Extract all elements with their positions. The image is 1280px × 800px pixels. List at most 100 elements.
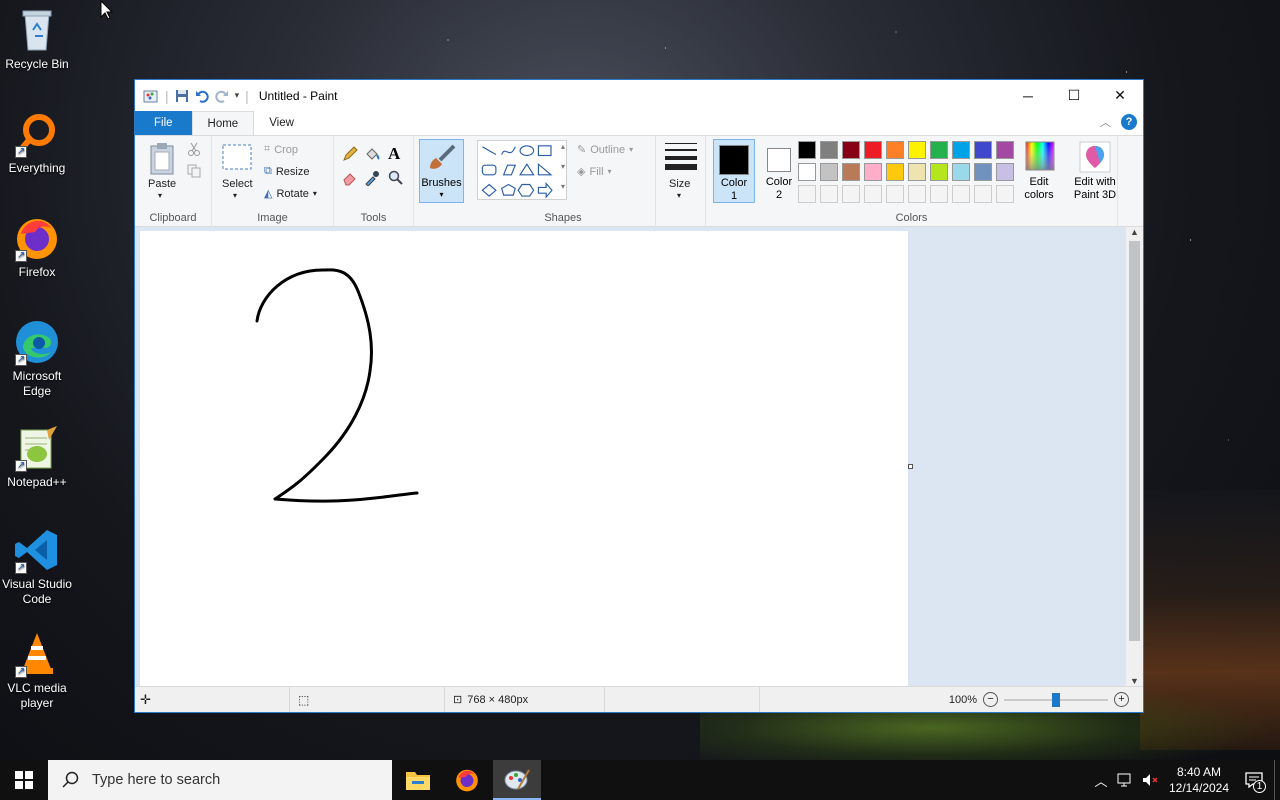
desktop-icon-notepadpp[interactable]: Notepad++ xyxy=(0,424,74,490)
tab-home[interactable]: Home xyxy=(191,111,255,135)
taskbar-file-explorer[interactable] xyxy=(394,760,442,800)
palette-swatch[interactable] xyxy=(864,141,882,159)
palette-swatch[interactable] xyxy=(930,141,948,159)
custom-color-slot[interactable] xyxy=(908,185,926,203)
volume-muted-icon[interactable] xyxy=(1141,772,1161,788)
custom-color-slot[interactable] xyxy=(930,185,948,203)
network-icon[interactable] xyxy=(1115,772,1135,788)
palette-swatch[interactable] xyxy=(798,163,816,181)
palette-swatch[interactable] xyxy=(886,141,904,159)
desktop-icon-firefox[interactable]: Firefox xyxy=(0,214,74,280)
title-bar[interactable]: | ▾ | Untitled - Paint ─ ☐ ✕ xyxy=(135,80,1143,111)
zoom-slider-thumb[interactable] xyxy=(1052,692,1060,707)
palette-swatch[interactable] xyxy=(842,163,860,181)
palette-swatch[interactable] xyxy=(974,141,992,159)
shapes-scroll-down-icon[interactable]: ▾ xyxy=(561,162,565,171)
maximize-button[interactable]: ☐ xyxy=(1051,80,1097,111)
taskbar-paint[interactable] xyxy=(493,760,541,800)
edit-with-paint3d-button[interactable]: Edit with Paint 3D xyxy=(1069,139,1121,203)
edit-colors-button[interactable]: Edit colors xyxy=(1019,139,1059,203)
palette-swatch[interactable] xyxy=(820,141,838,159)
help-button[interactable]: ? xyxy=(1121,114,1137,130)
palette-swatch[interactable] xyxy=(798,141,816,159)
action-center-button[interactable]: 1 xyxy=(1234,760,1274,800)
shapes-more-icon[interactable]: ▾ xyxy=(561,182,565,191)
rotate-button[interactable]: ◭ Rotate ▾ xyxy=(264,187,317,201)
custom-color-slot[interactable] xyxy=(974,185,992,203)
palette-swatch[interactable] xyxy=(974,163,992,181)
customize-qat-chevron-icon[interactable]: ▾ xyxy=(235,90,240,101)
outline-button[interactable]: ✎ Outline ▾ xyxy=(577,143,633,157)
desktop-icon-vlc[interactable]: VLC media player xyxy=(0,630,74,711)
start-button[interactable] xyxy=(0,760,48,800)
size-group[interactable]: Size ▾ xyxy=(656,136,706,228)
save-icon[interactable] xyxy=(175,89,189,103)
crop-button[interactable]: ⌗ Crop xyxy=(264,143,298,156)
size-button[interactable]: Size xyxy=(669,178,690,190)
tab-view[interactable]: View xyxy=(254,111,309,135)
magnifier-icon[interactable] xyxy=(388,170,404,186)
fill-bucket-icon[interactable] xyxy=(364,146,380,162)
paint-window[interactable]: | ▾ | Untitled - Paint ─ ☐ ✕ File Home V… xyxy=(134,79,1144,713)
custom-color-slot[interactable] xyxy=(842,185,860,203)
custom-color-slot[interactable] xyxy=(798,185,816,203)
palette-swatch[interactable] xyxy=(864,163,882,181)
tab-file[interactable]: File xyxy=(135,111,192,135)
minimize-button[interactable]: ─ xyxy=(1005,80,1051,111)
paste-dropdown-chevron-icon[interactable]: ▾ xyxy=(158,191,162,200)
undo-icon[interactable] xyxy=(195,89,209,103)
fill-button[interactable]: ◈ Fill ▾ xyxy=(577,165,612,179)
shapes-gallery[interactable] xyxy=(477,140,567,200)
palette-swatch[interactable] xyxy=(886,163,904,181)
palette-swatch[interactable] xyxy=(908,141,926,159)
palette-swatch[interactable] xyxy=(842,141,860,159)
taskbar-firefox[interactable] xyxy=(443,760,491,800)
select-button[interactable]: Select xyxy=(222,178,253,190)
zoom-in-button[interactable]: + xyxy=(1114,692,1129,707)
color2-button[interactable]: Color 2 xyxy=(758,139,800,203)
pencil-icon[interactable] xyxy=(342,146,358,162)
canvas-resize-handle[interactable] xyxy=(908,464,913,469)
select-icon[interactable] xyxy=(222,144,252,170)
palette-swatch[interactable] xyxy=(996,163,1014,181)
desktop-icon-edge[interactable]: Microsoft Edge xyxy=(0,318,74,399)
cut-icon[interactable] xyxy=(187,142,201,156)
select-dropdown-chevron-icon[interactable]: ▾ xyxy=(233,191,237,200)
paste-button[interactable]: Paste xyxy=(148,178,176,190)
taskbar-search-box[interactable]: Type here to search xyxy=(48,760,392,800)
zoom-slider[interactable] xyxy=(1004,692,1108,707)
close-button[interactable]: ✕ xyxy=(1097,80,1143,111)
palette-swatch[interactable] xyxy=(930,163,948,181)
collapse-ribbon-chevron-icon[interactable]: ︿ xyxy=(1100,114,1111,130)
show-desktop-button[interactable] xyxy=(1274,760,1280,800)
shapes-scroll-up-icon[interactable]: ▴ xyxy=(561,142,565,151)
paste-icon[interactable] xyxy=(149,142,177,176)
scroll-up-arrow-icon[interactable]: ▲ xyxy=(1130,227,1139,237)
show-hidden-icons-chevron-icon[interactable]: ︿ xyxy=(1090,771,1112,790)
zoom-out-button[interactable]: − xyxy=(983,692,998,707)
desktop-icon-everything[interactable]: Everything xyxy=(0,110,74,176)
custom-color-slot[interactable] xyxy=(864,185,882,203)
custom-color-slot[interactable] xyxy=(820,185,838,203)
color1-button[interactable]: Color 1 xyxy=(713,139,755,203)
desktop-icon-recycle-bin[interactable]: Recycle Bin xyxy=(0,6,74,72)
resize-button[interactable]: ⧉ Resize xyxy=(264,165,309,178)
custom-color-slot[interactable] xyxy=(886,185,904,203)
custom-color-slot[interactable] xyxy=(996,185,1014,203)
palette-swatch[interactable] xyxy=(952,163,970,181)
eraser-icon[interactable] xyxy=(342,170,358,186)
drawing-canvas[interactable] xyxy=(140,231,908,686)
scroll-down-arrow-icon[interactable]: ▼ xyxy=(1130,676,1139,686)
copy-icon[interactable] xyxy=(187,164,201,178)
color-picker-icon[interactable] xyxy=(364,170,380,186)
custom-color-slot[interactable] xyxy=(952,185,970,203)
brushes-button[interactable]: Brushes ▾ xyxy=(419,139,464,203)
redo-icon[interactable] xyxy=(214,89,229,103)
palette-swatch[interactable] xyxy=(908,163,926,181)
palette-swatch[interactable] xyxy=(952,141,970,159)
desktop-icon-vscode[interactable]: Visual Studio Code xyxy=(0,526,74,607)
palette-swatch[interactable] xyxy=(820,163,838,181)
taskbar-clock[interactable]: 8:40 AM 12/14/2024 xyxy=(1164,764,1234,796)
scrollbar-thumb[interactable] xyxy=(1129,241,1140,641)
canvas-area[interactable] xyxy=(135,227,1127,686)
